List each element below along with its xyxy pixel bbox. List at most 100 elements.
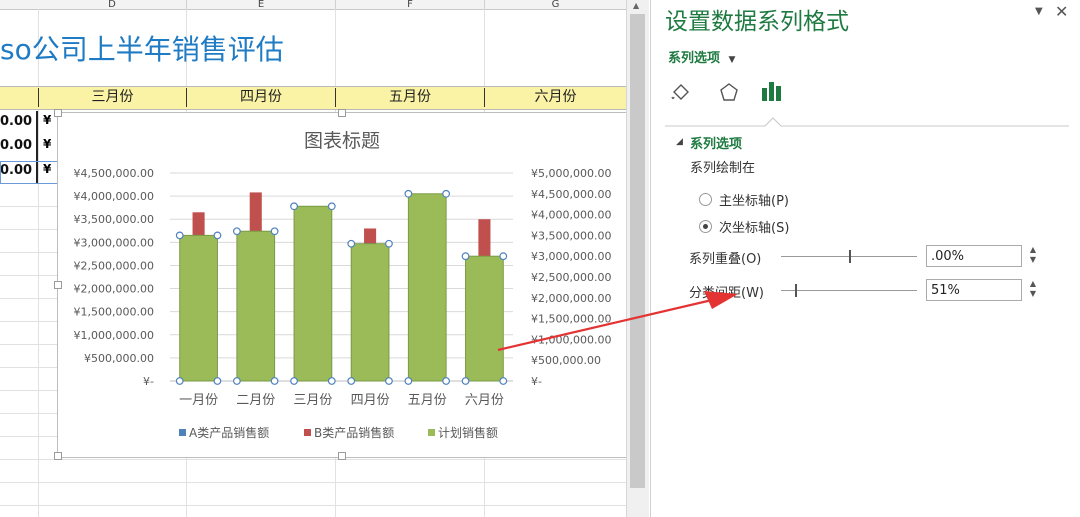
selection-handle[interactable] (290, 202, 298, 211)
selection-handle[interactable] (404, 189, 413, 198)
selection-handle[interactable] (213, 231, 222, 240)
column-header-c[interactable] (0, 0, 39, 10)
cell-value[interactable]: 0.00 (0, 136, 34, 156)
y-axis-secondary-tick-label: ¥2,500,000.00 (531, 271, 611, 284)
column-header-g[interactable]: G (485, 0, 626, 10)
selection-handle[interactable] (404, 377, 413, 385)
selection-handle[interactable] (385, 377, 393, 385)
bar-plan-series[interactable] (465, 255, 504, 382)
spreadsheet-area[interactable]: D E F G so公司上半年销售评估 三月份 四月份 五月份 六月份 0.00… (0, 0, 626, 517)
effects-tab[interactable] (717, 80, 741, 104)
resize-handle[interactable] (54, 281, 62, 289)
scroll-up-icon[interactable]: ▲ (633, 1, 639, 10)
cell-value[interactable]: 0.00 (0, 112, 34, 132)
selection-handle[interactable] (175, 377, 184, 385)
pane-options-chevron-icon[interactable]: ▼ (1035, 6, 1043, 17)
selection-handle[interactable] (290, 377, 298, 385)
selection-handle[interactable] (327, 202, 336, 211)
selection-handle[interactable] (270, 377, 279, 385)
y-axis-secondary-tick-label: ¥4,000,000.00 (531, 209, 611, 222)
gap-width-slider-thumb[interactable] (794, 284, 797, 297)
y-axis-secondary-tick-label: ¥1,500,000.00 (531, 313, 611, 326)
y-axis-primary-tick-label: ¥1,000,000.00 (74, 329, 154, 342)
x-axis-category-label: 一月份 (179, 393, 218, 408)
y-axis-primary-tick-label: ¥3,500,000.00 (74, 213, 154, 226)
selection-handle[interactable] (232, 377, 241, 385)
series-options-tab[interactable] (759, 78, 785, 104)
bar-plan-series[interactable] (236, 230, 276, 382)
selection-handle[interactable] (442, 189, 451, 198)
selection-handle[interactable] (461, 377, 470, 385)
selection-handle[interactable] (499, 377, 508, 385)
selection-handle[interactable] (213, 377, 222, 385)
combo-bar-chart[interactable]: 图表标题 ¥4,500,000.00 ¥4,000,000.00 ¥3,500,00… (58, 113, 626, 457)
selection-handle[interactable] (442, 377, 451, 385)
bar-plan-series[interactable] (407, 193, 447, 382)
y-axis-primary-tick-label: ¥2,500,000.00 (74, 259, 154, 272)
fill-line-tab[interactable] (669, 80, 693, 104)
column-header-f[interactable]: F (336, 0, 485, 10)
sheet-title[interactable]: so公司上半年销售评估 (0, 28, 284, 68)
series-overlap-input[interactable]: .00% (926, 245, 1022, 267)
scroll-thumb[interactable] (630, 14, 645, 488)
bar-plan-series[interactable] (179, 234, 218, 382)
y-axis-secondary-tick-label: ¥5,000,000.00 (531, 167, 611, 180)
resize-handle[interactable] (338, 109, 346, 117)
secondary-axis-label[interactable]: 次坐标轴(S) (719, 217, 789, 236)
gap-width-slider-track[interactable] (781, 290, 917, 291)
month-header-march[interactable]: 三月份 (39, 86, 186, 108)
series-overlap-slider-thumb[interactable] (849, 250, 851, 263)
legend-entry[interactable]: 计划销售额 (438, 425, 498, 440)
column-header-e[interactable]: E (187, 0, 336, 10)
month-header-april[interactable]: 四月份 (187, 86, 335, 108)
currency-symbol: ¥ (43, 137, 52, 151)
legend-swatch (428, 429, 435, 436)
month-header-june[interactable]: 六月份 (485, 86, 626, 108)
selection-handle[interactable] (461, 252, 470, 261)
selection-handle[interactable] (347, 377, 356, 385)
x-axis-category-label: 四月份 (351, 393, 390, 408)
y-axis-primary-tick-label: ¥500,000.00 (84, 352, 154, 365)
month-header-may[interactable]: 五月份 (336, 86, 484, 108)
resize-handle[interactable] (338, 452, 346, 460)
grid-line (0, 505, 626, 506)
legend-entry[interactable]: B类产品销售额 (314, 425, 394, 440)
selection-handle[interactable] (232, 227, 241, 236)
gap-width-input[interactable]: 51% (926, 279, 1022, 301)
chart-area[interactable]: 图表标题 ¥4,500,000.00 ¥4,000,000.00 ¥3,500,00… (57, 112, 626, 458)
selection-handle[interactable] (499, 252, 508, 261)
selection-handle[interactable] (327, 377, 336, 385)
y-axis-primary-tick-label: ¥4,000,000.00 (74, 190, 154, 203)
selection-handle[interactable] (270, 227, 279, 236)
secondary-axis-radio[interactable] (699, 220, 712, 233)
resize-handle[interactable] (54, 452, 62, 460)
legend-entry[interactable]: A类产品销售额 (189, 425, 269, 440)
collapse-triangle-icon[interactable]: ◢ (676, 137, 683, 147)
resize-handle[interactable] (54, 109, 62, 117)
gap-width-spinner[interactable]: ▲ ▼ (1025, 279, 1041, 301)
y-axis-secondary-tick-label: ¥1,000,000.00 (531, 333, 611, 346)
series-overlap-spinner[interactable]: ▲ ▼ (1025, 245, 1041, 267)
currency-symbol: ¥ (43, 113, 52, 127)
chart-title[interactable]: 图表标题 (304, 130, 380, 152)
y-axis-secondary-tick-label: ¥3,500,000.00 (531, 229, 611, 242)
vertical-scrollbar[interactable]: ▲ (626, 0, 649, 517)
x-axis-category-label: 五月份 (408, 393, 447, 408)
primary-axis-label[interactable]: 主坐标轴(P) (719, 190, 789, 209)
y-axis-secondary-tick-label: ¥4,500,000.00 (531, 188, 611, 201)
close-icon[interactable]: ✕ (1055, 2, 1068, 21)
column-header-d[interactable]: D (38, 0, 187, 10)
primary-axis-radio[interactable] (699, 193, 712, 206)
selection-handle[interactable] (385, 239, 393, 248)
section-header-series-options[interactable]: 系列选项 (690, 133, 742, 152)
series-options-dropdown[interactable]: 系列选项 ▼ (668, 47, 735, 66)
selection-handle[interactable] (347, 239, 356, 248)
selection-handle[interactable] (175, 231, 184, 240)
bar-plan-series[interactable] (350, 243, 390, 382)
y-axis-primary-tick-label: ¥- (143, 375, 154, 388)
series-options-dropdown-label: 系列选项 (668, 51, 721, 66)
gap-width-label: 分类间距(W) (689, 286, 764, 301)
legend-swatch (304, 429, 311, 436)
bar-plan-series[interactable] (293, 205, 333, 382)
chevron-down-icon: ▼ (728, 55, 736, 65)
